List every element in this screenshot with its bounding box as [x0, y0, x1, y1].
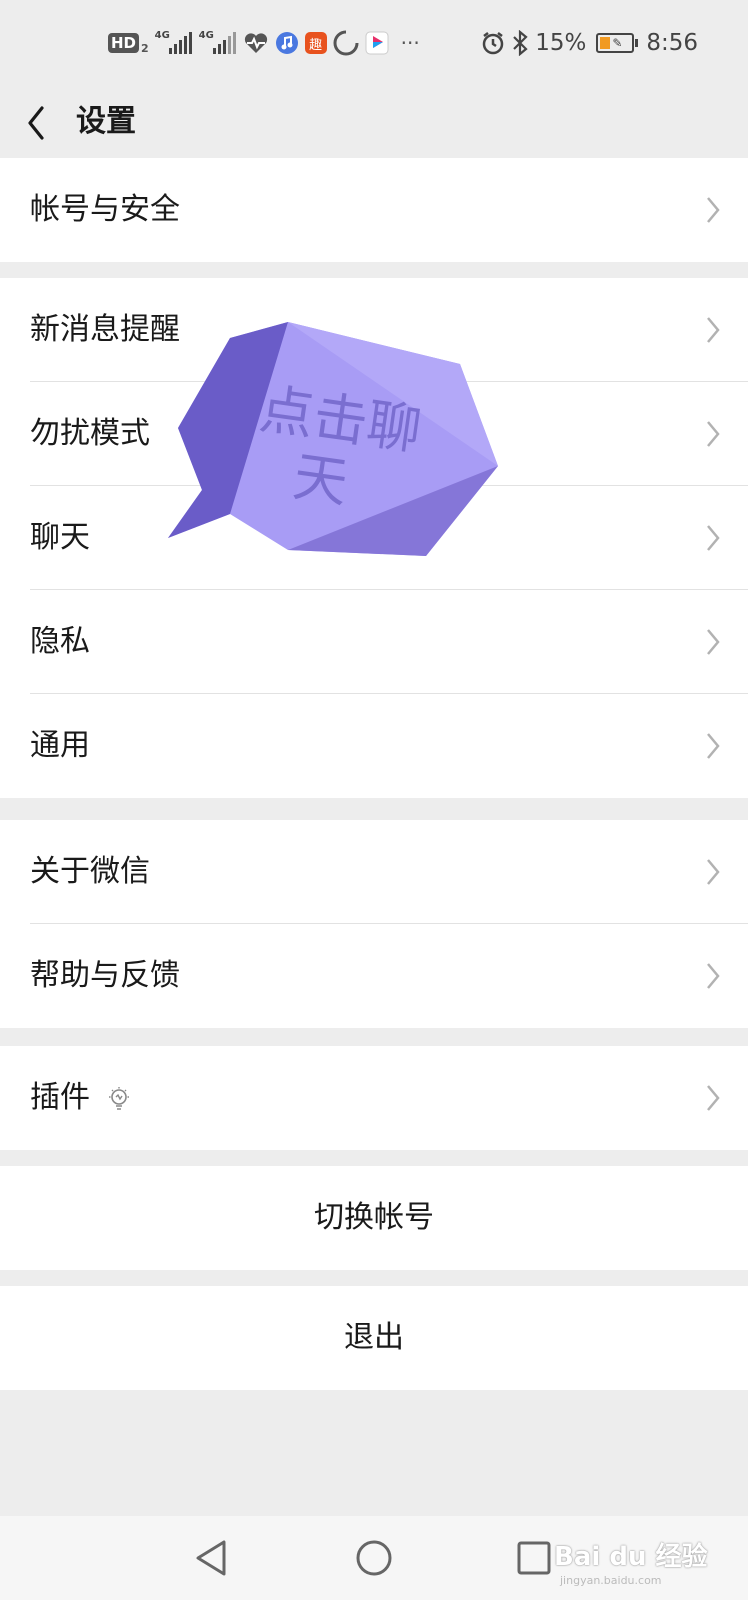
chevron-right-icon: [707, 629, 720, 655]
watermark-text: Bai du 经验: [554, 1542, 708, 1572]
nav-back-icon[interactable]: [190, 1534, 238, 1582]
annotation-line-2: 天: [289, 445, 351, 515]
clock: 8:56: [646, 30, 698, 56]
settings-item-label: 聊天: [30, 520, 90, 555]
status-right: 15% ✎ 8:56: [481, 26, 698, 60]
settings-group-about: 关于微信 帮助与反馈: [0, 820, 748, 1028]
switch-account-button[interactable]: 切换帐号: [0, 1166, 748, 1270]
nav-recents-icon[interactable]: [510, 1534, 558, 1582]
settings-item-plugins[interactable]: 插件: [0, 1046, 748, 1150]
alarm-icon: [482, 32, 504, 55]
settings-item-label: 通用: [30, 728, 90, 763]
settings-item-help-feedback[interactable]: 帮助与反馈: [0, 924, 748, 1028]
qu-app-icon: 趣: [304, 32, 327, 54]
chevron-right-icon: [707, 421, 720, 447]
settings-item-label: 关于微信: [30, 854, 150, 889]
signal-4g-icon: 4G: [155, 30, 193, 56]
chevron-right-icon: [707, 859, 720, 885]
battery-icon: ✎: [596, 33, 639, 53]
video-app-icon: [365, 31, 389, 55]
annotation-speech-bubble: 点击聊 天: [168, 322, 498, 556]
music-app-icon: [275, 32, 298, 54]
settings-item-about-wechat[interactable]: 关于微信: [0, 820, 748, 924]
watermark-url: jingyan.baidu.com: [560, 1574, 662, 1587]
signal-4g-icon-2: 4G: [199, 30, 237, 56]
loading-icon: [333, 30, 359, 56]
system-nav-bar: Bai du 经验 jingyan.baidu.com: [0, 1516, 748, 1600]
chevron-right-icon: [707, 197, 720, 223]
nav-header: 设置: [0, 86, 748, 158]
settings-item-label: 插件: [30, 1080, 90, 1115]
chevron-right-icon: [707, 525, 720, 551]
settings-item-label: 新消息提醒: [30, 312, 180, 347]
settings-item-label: 帐号与安全: [30, 192, 180, 227]
hd-voice-icon: HD: [108, 33, 140, 53]
logout-label: 退出: [344, 1320, 404, 1355]
chevron-right-icon: [707, 733, 720, 759]
settings-item-general[interactable]: 通用: [0, 694, 748, 798]
logout-button[interactable]: 退出: [0, 1286, 748, 1390]
settings-item-label: 隐私: [30, 624, 90, 659]
settings-group-plugins: 插件: [0, 1046, 748, 1150]
status-bar: HD 2 4G 4G 趣 ··· 15% ✎ 8:56: [0, 0, 748, 86]
switch-account-label: 切换帐号: [314, 1200, 434, 1235]
heart-rate-icon: [244, 33, 267, 53]
back-arrow-icon[interactable]: [22, 96, 52, 146]
signal-label: 4G: [154, 30, 170, 41]
baidu-jingyan-watermark: Bai du 经验 jingyan.baidu.com: [554, 1522, 708, 1587]
chevron-right-icon: [707, 963, 720, 989]
lightbulb-icon: [109, 1087, 129, 1110]
sim-slot-label: 2: [141, 41, 149, 55]
more-notifications-icon: ···: [400, 31, 420, 55]
settings-group-account: 帐号与安全: [0, 158, 748, 262]
bluetooth-icon: [513, 30, 528, 56]
settings-item-account-security[interactable]: 帐号与安全: [0, 158, 748, 262]
page-title: 设置: [76, 104, 136, 139]
battery-percent: 15%: [535, 30, 587, 56]
settings-item-label: 勿扰模式: [30, 416, 150, 451]
settings-item-privacy[interactable]: 隐私: [0, 590, 748, 694]
nav-home-icon[interactable]: [350, 1534, 398, 1582]
signal-label-2: 4G: [198, 30, 214, 41]
chevron-right-icon: [707, 317, 720, 343]
chevron-right-icon: [707, 1085, 720, 1111]
status-icons: HD 2 4G 4G 趣 ···: [108, 28, 420, 58]
settings-item-label: 帮助与反馈: [30, 958, 180, 993]
